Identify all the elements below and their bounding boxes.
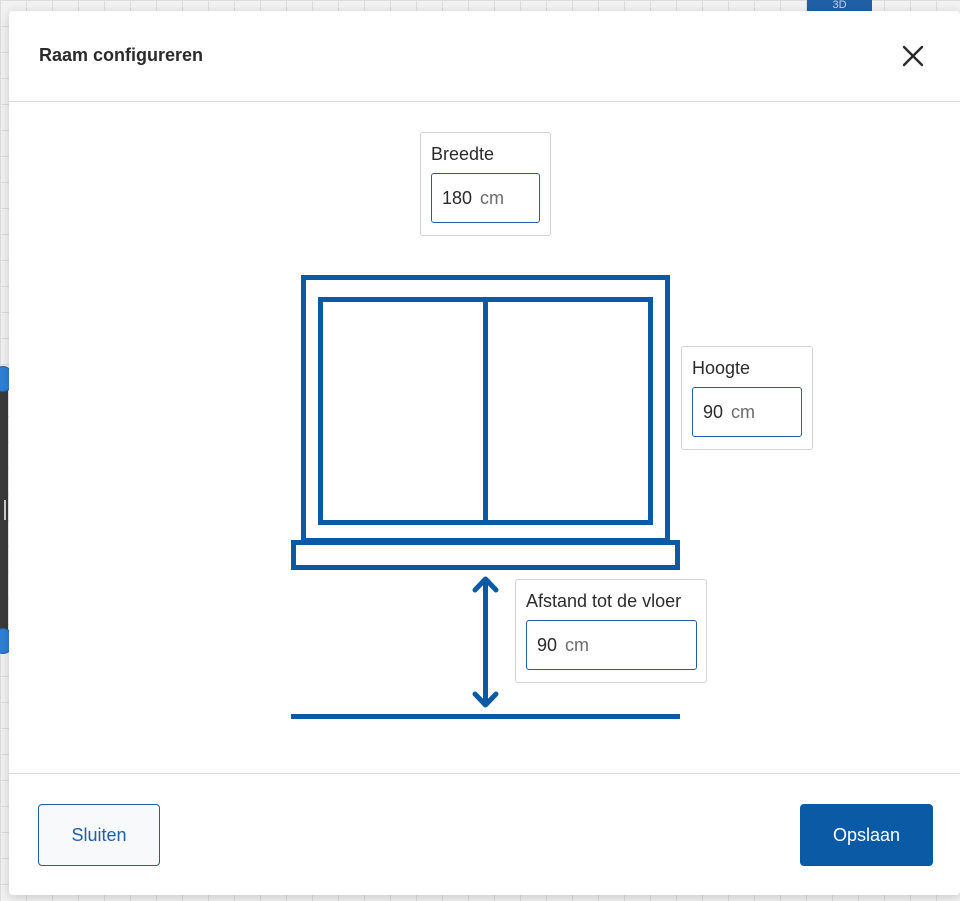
dialog-title: Raam configureren bbox=[39, 45, 204, 65]
close-button[interactable] bbox=[899, 42, 927, 70]
height-value: 90 bbox=[703, 401, 724, 422]
height-input[interactable]: 90 cm bbox=[692, 387, 802, 437]
save-button[interactable]: Opslaan bbox=[800, 804, 933, 866]
floor-distance-input[interactable]: 90 cm bbox=[526, 620, 697, 670]
width-label: Breedte bbox=[431, 144, 495, 164]
width-unit: cm bbox=[480, 187, 505, 208]
floor-distance-unit: cm bbox=[565, 634, 590, 655]
configure-window-dialog: Raam configureren Breedte 180 cm Hoogte … bbox=[9, 11, 960, 895]
height-label: Hoogte bbox=[692, 358, 751, 378]
wall-marker bbox=[4, 500, 6, 520]
floor-distance-value: 90 bbox=[537, 634, 558, 655]
window-sill bbox=[291, 540, 680, 570]
floor-distance-field-card: Afstand tot de vloer 90 cm bbox=[515, 579, 707, 683]
height-unit: cm bbox=[731, 401, 756, 422]
close-icon bbox=[902, 45, 924, 67]
width-field-card: Breedte 180 cm bbox=[420, 132, 551, 236]
dialog-body: Breedte 180 cm Hoogte 90 cm Afstand tot … bbox=[9, 102, 960, 773]
close-dialog-button[interactable]: Sluiten bbox=[38, 804, 160, 866]
width-input[interactable]: 180 cm bbox=[431, 173, 540, 223]
floor-distance-label: Afstand tot de vloer bbox=[526, 591, 682, 611]
dialog-footer: Sluiten Opslaan bbox=[9, 773, 960, 896]
width-value: 180 bbox=[442, 187, 473, 208]
dialog-header: Raam configureren bbox=[9, 11, 960, 102]
height-field-card: Hoogte 90 cm bbox=[681, 346, 813, 450]
